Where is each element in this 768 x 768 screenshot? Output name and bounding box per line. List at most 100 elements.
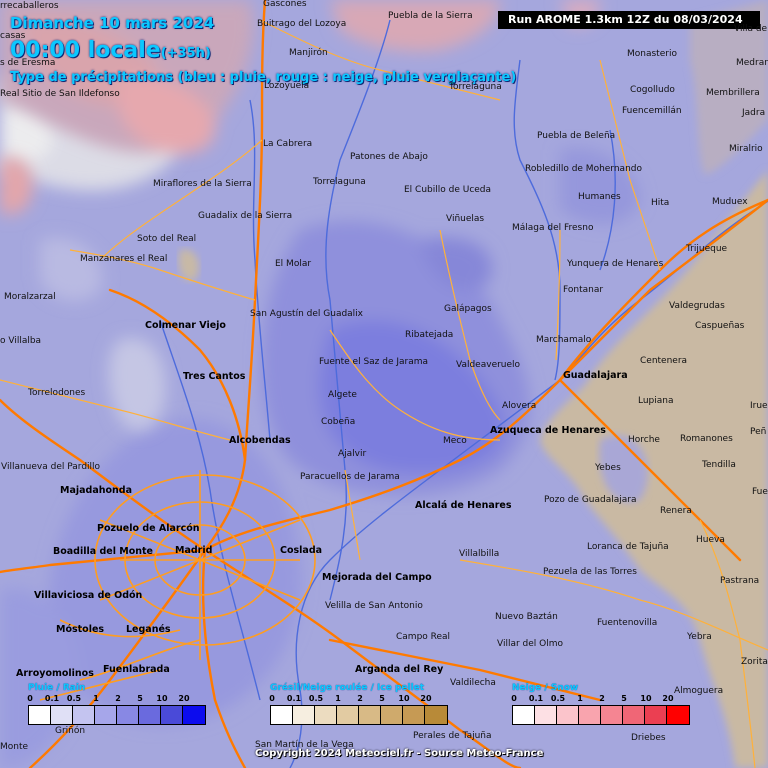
ice-legend-swatch [315,706,337,724]
place-label: Perales de Tajuña [413,731,492,741]
place-label: Torrelaguna [449,82,502,92]
place-label: Valdeaveruelo [456,360,521,370]
place-label: Manjirón [289,48,328,58]
place-label: Viñuelas [446,214,485,224]
place-label: Ajalvir [338,449,367,459]
place-label: Fuenlabrada [103,664,170,675]
place-label: Caspueñas [695,321,745,331]
place-label: Alcobendas [229,435,291,446]
place-label: Algete [328,390,357,400]
forecast-date: Dimanche 10 mars 2024 [10,14,215,32]
place-label: Guadalix de la Sierra [198,211,293,221]
ice-legend-swatch [381,706,403,724]
place-label: Miralrio [729,144,763,154]
place-label: Pozo de Guadalajara [544,495,637,505]
place-label: Leganés [126,624,171,635]
place-label: Meco [443,436,467,446]
place-label: Zorita [741,657,768,667]
ice-legend-tick: 10 [398,694,410,703]
place-label: Campo Real [396,632,451,642]
place-label: Soto del Real [137,234,197,244]
snow-legend-tick: 20 [662,694,674,703]
place-label: Nuevo Baztán [495,612,558,622]
rain-legend-tick: 1 [93,694,99,703]
place-label: Yebra [687,632,712,642]
ice-legend-swatch [425,706,447,724]
snow-legend-tick: 2 [599,694,605,703]
place-label: Patones de Abajo [350,152,428,162]
snow-legend-swatch [535,706,557,724]
place-label: Miraflores de la Sierra [153,179,252,189]
place-label: Hueva [696,535,725,545]
copyright-notice: Copyright 2024 Meteociel.fr - Source Met… [255,748,544,759]
place-label: rrecaballeros [0,1,59,11]
ice-pellet-legend: Grésil/Neige roulée / Ice pellet 0 0.1 0.5… [269,683,448,725]
place-label: Colmenar Viejo [145,320,226,331]
snow-legend: Neige / Snow 0 0.1 0.5 1 2 5 10 20 [511,683,690,725]
ice-legend-swatch [337,706,359,724]
place-label: Mejorada del Campo [322,572,432,583]
place-label: Monte [0,742,29,752]
place-label: casas [0,31,26,41]
ice-legend-tick: 5 [379,694,385,703]
place-label: Muduex [712,197,748,207]
ice-legend-swatch [359,706,381,724]
place-label: Guadalajara [563,370,628,381]
place-label: Jadra [742,108,766,118]
place-label: Manzanares el Real [80,254,168,264]
place-label: El Cubillo de Uceda [404,185,492,195]
ice-legend-tick: 0.1 [286,694,302,703]
place-label: Boadilla del Monte [53,546,154,557]
place-label: Puebla de la Sierra [388,11,473,21]
place-label: Pozuelo de Alarcón [97,523,200,534]
rain-legend: Pluie / Rain 0 0.1 0.5 1 2 5 10 20 [27,683,206,725]
place-label: Tres Cantos [183,371,246,382]
rain-legend-swatch [139,706,161,724]
place-label: Alovera [502,401,537,411]
place-label: Yebes [595,463,621,473]
place-label: Pastrana [720,576,760,586]
rain-legend-swatch [73,706,95,724]
rain-legend-tick: 10 [156,694,168,703]
ice-legend-tick: 0 [269,694,275,703]
snow-legend-title: Neige / Snow [512,683,579,693]
place-label: Peñ [750,427,767,437]
place-label: Villa de S [734,24,768,34]
forecast-offset: (+35h) [160,46,211,61]
rain-legend-swatch [29,706,51,724]
rain-legend-swatch [51,706,73,724]
snow-legend-scale [512,705,690,725]
rain-legend-title: Pluie / Rain [28,683,86,693]
place-label: Villar del Olmo [497,639,564,649]
place-label: Trijueque [686,244,728,254]
place-label: s de Eresma [0,58,56,68]
snow-legend-swatch [579,706,601,724]
ice-legend-swatch [271,706,293,724]
place-label: Alcalá de Henares [415,500,512,511]
ice-legend-swatch [293,706,315,724]
run-info-box: Run AROME 1.3km 12Z du 08/03/2024 [498,11,760,29]
place-label: Arroyomolinos [16,668,94,679]
place-label: Coslada [280,545,323,556]
snow-legend-swatch [645,706,667,724]
ice-legend-tick: 0.5 [308,694,324,703]
snow-legend-swatch [667,706,689,724]
rain-legend-swatch [95,706,117,724]
ice-legend-tick: 1 [335,694,341,703]
place-label: Valdegrudas [669,301,725,311]
snow-legend-tick: 10 [640,694,652,703]
ice-pellet-legend-scale [270,705,448,725]
place-label: Málaga del Fresno [512,223,594,233]
place-label: Gascones [263,0,307,9]
place-label: Galápagos [444,304,492,314]
place-label: Loranca de Tajuña [587,542,669,552]
rain-legend-tick: 0.1 [44,694,60,703]
ice-legend-swatch [403,706,425,724]
rain-legend-tick: 2 [115,694,121,703]
rain-legend-tick: 0.5 [66,694,82,703]
snow-legend-tick: 0.5 [550,694,566,703]
place-label: Romanones [680,434,733,444]
ice-pellet-legend-title: Grésil/Neige roulée / Ice pellet [270,683,425,693]
place-label: Buitrago del Lozoya [257,19,347,29]
place-label: Villaviciosa de Odón [34,590,143,601]
